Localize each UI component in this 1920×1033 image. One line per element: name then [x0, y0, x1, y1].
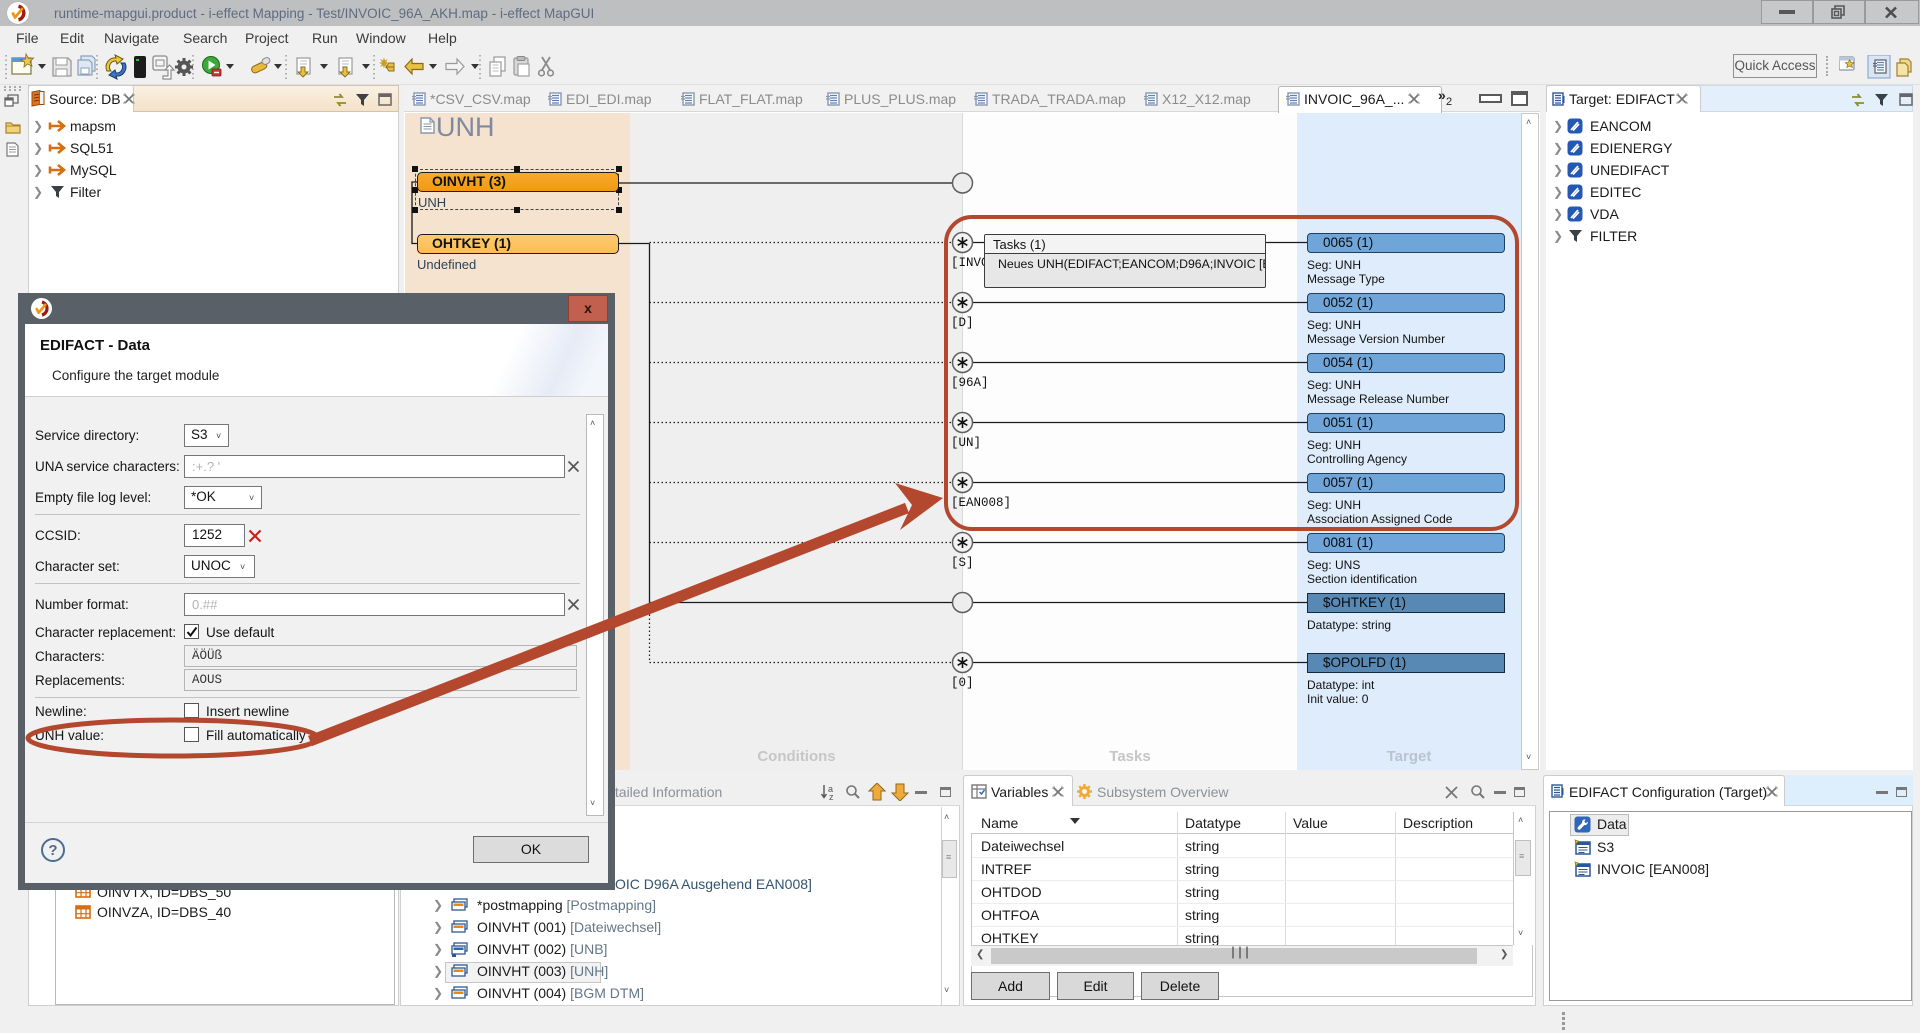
svg-text:z: z	[829, 792, 834, 801]
